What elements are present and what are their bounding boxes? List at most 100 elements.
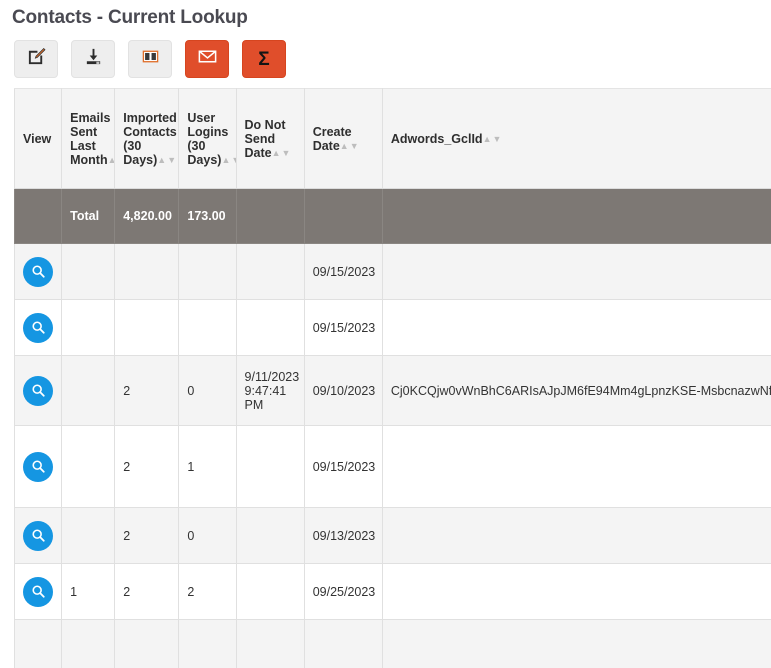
table-totals: Total 4,820.00 173.00: [14, 188, 771, 244]
totals-row: Total 4,820.00 173.00: [14, 188, 771, 244]
sort-asc-icon[interactable]: ▲: [221, 155, 231, 165]
columns-split-icon: [141, 47, 160, 71]
search-icon[interactable]: [23, 451, 54, 482]
cell-create-date: [303, 619, 383, 668]
totals-create-date: [303, 188, 383, 244]
toolbar: Σ: [0, 30, 771, 78]
cell-user-logins: 1: [178, 425, 237, 508]
sort-asc-icon[interactable]: ▲: [108, 155, 114, 165]
sort-controls-create: ▲▼: [340, 141, 360, 151]
search-icon[interactable]: [23, 520, 54, 551]
sort-asc-icon[interactable]: ▲: [483, 134, 493, 144]
sort-desc-icon[interactable]: ▼: [167, 155, 177, 165]
columns-button[interactable]: [128, 40, 172, 78]
cell-do-not-send-date: [235, 619, 305, 668]
email-button[interactable]: [185, 40, 229, 78]
sort-desc-icon[interactable]: ▼: [282, 148, 292, 158]
totals-imported-contacts: 4,820.00: [114, 188, 180, 244]
contacts-lookup-page: Contacts - Current Lookup Σ View Emails …: [0, 0, 771, 668]
cell-create-date: 09/13/2023: [303, 507, 383, 564]
cell-do-not-send-date: 9/11/2023 9:47:41 PM: [235, 355, 305, 426]
column-label-emails-sent-last-month: Emails Sent Last Month: [70, 110, 111, 167]
column-header-view[interactable]: View: [14, 88, 63, 189]
cell-adwords-gclid: [381, 619, 771, 668]
cell-emails-sent: [61, 243, 116, 300]
cell-user-logins: 2: [178, 563, 237, 620]
cell-emails-sent: [61, 355, 116, 426]
search-icon[interactable]: [23, 576, 54, 607]
cell-user-logins: 0: [178, 507, 237, 564]
cell-user-logins: 0: [178, 355, 237, 426]
totals-user-logins: 173.00: [178, 188, 237, 244]
view-cell[interactable]: [14, 507, 63, 564]
sort-desc-icon[interactable]: ▼: [492, 134, 502, 144]
cell-user-logins: [178, 299, 237, 356]
column-header-do-not-send-date[interactable]: Do Not Send Date▲▼: [235, 88, 305, 189]
table-row[interactable]: 1 2 2 09/25/2023: [14, 563, 771, 620]
view-cell[interactable]: [14, 355, 63, 426]
column-header-imported-contacts[interactable]: Imported Contacts (30 Days)▲▼: [114, 88, 180, 189]
sort-asc-icon[interactable]: ▲: [340, 141, 350, 151]
search-icon[interactable]: [23, 256, 54, 287]
cell-adwords-gclid: [381, 563, 771, 620]
table-header: View Emails Sent Last Month▲▼ Imported C…: [14, 88, 771, 189]
totals-adwords-gclid: [381, 188, 771, 244]
cell-imported-contacts: 2: [114, 507, 180, 564]
table-body: 09/15/2023 09/15/2023 2 0 9/11/2023 9:47…: [14, 243, 771, 668]
cell-create-date: 09/10/2023: [303, 355, 383, 426]
view-cell[interactable]: [14, 563, 63, 620]
download-icon: [84, 47, 103, 71]
column-header-emails-sent-last-month[interactable]: Emails Sent Last Month▲▼: [61, 88, 116, 189]
sort-desc-icon[interactable]: ▼: [231, 155, 235, 165]
view-cell[interactable]: [14, 299, 63, 356]
cell-do-not-send-date: [235, 299, 305, 356]
search-icon[interactable]: [23, 312, 54, 343]
cell-do-not-send-date: [235, 243, 305, 300]
cell-create-date: 09/15/2023: [303, 299, 383, 356]
sort-asc-icon[interactable]: ▲: [157, 155, 167, 165]
contacts-table: View Emails Sent Last Month▲▼ Imported C…: [14, 88, 771, 668]
cell-adwords-gclid: [381, 507, 771, 564]
view-cell[interactable]: [14, 243, 63, 300]
cell-imported-contacts: 2: [114, 355, 180, 426]
download-button[interactable]: [71, 40, 115, 78]
sort-desc-icon[interactable]: ▼: [350, 141, 360, 151]
cell-do-not-send-date: [235, 507, 305, 564]
sort-controls-emails: ▲▼: [108, 155, 114, 165]
cell-do-not-send-date: [235, 563, 305, 620]
summary-button[interactable]: Σ: [242, 40, 286, 78]
table-row[interactable]: 2 1 09/15/2023: [14, 425, 771, 508]
cell-adwords-gclid: [381, 425, 771, 508]
table-row[interactable]: [14, 619, 771, 668]
cell-create-date: 09/25/2023: [303, 563, 383, 620]
cell-imported-contacts: 2: [114, 563, 180, 620]
table-row[interactable]: 09/15/2023: [14, 299, 771, 356]
envelope-icon: [197, 46, 218, 72]
cell-create-date: 09/15/2023: [303, 425, 383, 508]
view-cell[interactable]: [14, 425, 63, 508]
search-icon[interactable]: [23, 375, 54, 406]
cell-imported-contacts: [114, 243, 180, 300]
cell-emails-sent: [61, 299, 116, 356]
sort-controls-dns: ▲▼: [272, 148, 292, 158]
cell-imported-contacts: [114, 619, 180, 668]
contacts-table-container[interactable]: View Emails Sent Last Month▲▼ Imported C…: [14, 88, 771, 668]
edit-button[interactable]: [14, 40, 58, 78]
totals-view: [14, 188, 63, 244]
table-row[interactable]: 09/15/2023: [14, 243, 771, 300]
column-label-adwords-gclid: Adwords_GclId: [390, 131, 483, 146]
column-label-view: View: [23, 131, 52, 146]
sort-controls-imported: ▲▼: [157, 155, 177, 165]
cell-emails-sent: [61, 507, 116, 564]
table-row[interactable]: 2 0 09/13/2023: [14, 507, 771, 564]
column-header-create-date[interactable]: Create Date▲▼: [303, 88, 383, 189]
cell-do-not-send-date: [235, 425, 305, 508]
column-header-user-logins[interactable]: User Logins (30 Days)▲▼: [178, 88, 237, 189]
sort-asc-icon[interactable]: ▲: [272, 148, 282, 158]
view-cell[interactable]: [14, 619, 63, 668]
column-header-adwords-gclid[interactable]: Adwords_GclId▲▼: [381, 88, 771, 189]
table-row[interactable]: 2 0 9/11/2023 9:47:41 PM 09/10/2023 Cj0K…: [14, 355, 771, 426]
cell-emails-sent: [61, 619, 116, 668]
cell-imported-contacts: 2: [114, 425, 180, 508]
cell-adwords-gclid: Cj0KCQjw0vWnBhC6ARIsAJpJM6fE94Mm4gLpnzKS…: [381, 355, 771, 426]
